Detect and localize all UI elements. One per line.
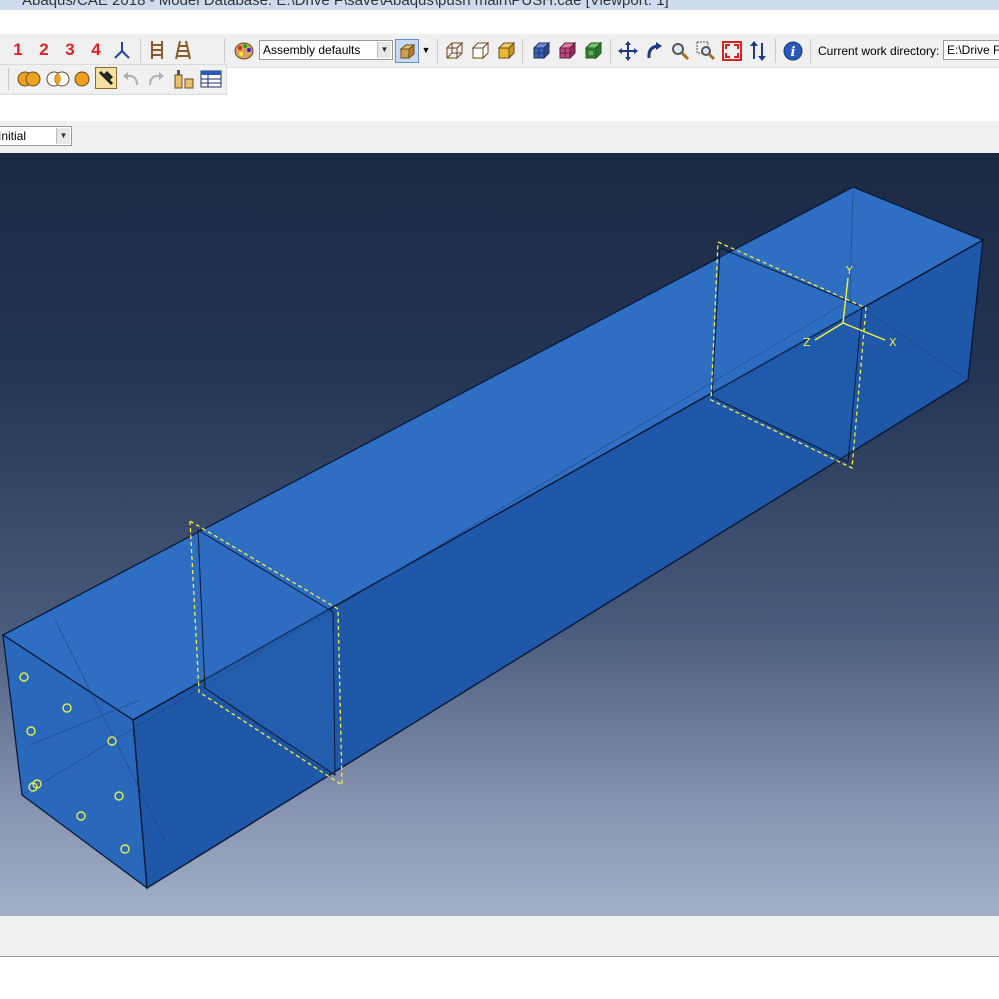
view-3-button[interactable]: 3 xyxy=(61,40,79,60)
chevron-down-icon: ▼ xyxy=(56,128,70,144)
table-icon[interactable] xyxy=(199,68,223,90)
secondary-toolbar xyxy=(0,64,227,95)
dropdown-arrow-icon[interactable]: ▼ xyxy=(420,42,432,58)
ladder-icon[interactable] xyxy=(147,40,167,60)
view-1-button[interactable]: 1 xyxy=(9,40,27,60)
color-code-box-icon[interactable] xyxy=(395,39,419,63)
current-work-directory-label: Current work directory: xyxy=(818,44,940,58)
current-work-directory-value: E:\Drive F xyxy=(947,43,999,57)
view-2-button[interactable]: 2 xyxy=(35,40,53,60)
mesh-green-icon[interactable] xyxy=(582,40,604,62)
shaded-icon[interactable] xyxy=(495,40,517,62)
mesh-blue-icon[interactable] xyxy=(530,40,552,62)
zoom-icon[interactable] xyxy=(669,40,691,62)
render-style-value: Assembly defaults xyxy=(263,43,361,57)
color-palette-icon[interactable] xyxy=(233,40,255,62)
tools-icon[interactable] xyxy=(172,68,196,90)
redo-icon[interactable] xyxy=(146,68,166,90)
window-title: Abaqus/CAE 2018 - Model Database: E:\Dri… xyxy=(22,0,669,9)
boolean-union-icon[interactable] xyxy=(15,68,43,90)
title-bar: Abaqus/CAE 2018 - Model Database: E:\Dri… xyxy=(0,0,999,10)
triad-view-icon[interactable] xyxy=(112,39,132,61)
chevron-down-icon: ▼ xyxy=(377,42,391,58)
triad-x-label: X xyxy=(889,336,897,349)
boolean-intersect-icon[interactable] xyxy=(44,68,72,90)
context-bar: Initial ▼ xyxy=(0,121,999,154)
model-canvas[interactable]: Y X Z xyxy=(0,153,999,916)
render-style-select[interactable]: Assembly defaults ▼ xyxy=(259,40,393,60)
hidden-line-icon[interactable] xyxy=(469,40,491,62)
query-hammer-icon[interactable] xyxy=(95,67,117,89)
svg-text:i: i xyxy=(791,45,796,60)
step-select-value: Initial xyxy=(0,129,27,143)
box-zoom-icon[interactable] xyxy=(695,40,717,62)
step-select[interactable]: Initial ▼ xyxy=(0,126,72,146)
auto-fit-icon[interactable] xyxy=(721,40,743,62)
pan-icon[interactable] xyxy=(617,40,639,62)
view-4-button[interactable]: 4 xyxy=(87,40,105,60)
triad-z-label: Z xyxy=(803,336,811,349)
current-work-directory-field[interactable]: E:\Drive F xyxy=(943,40,999,60)
info-icon[interactable]: i xyxy=(782,40,804,62)
cycle-views-icon[interactable] xyxy=(747,40,769,62)
ladder-perspective-icon[interactable] xyxy=(173,40,193,60)
triad-y-label: Y xyxy=(845,264,853,277)
viewport[interactable]: Y X Z xyxy=(0,153,999,916)
wireframe-icon[interactable] xyxy=(443,40,465,62)
mesh-pink-icon[interactable] xyxy=(556,40,578,62)
status-bar xyxy=(0,916,999,957)
main-toolbar: 1 2 3 4 Assembly defaults ▼ ▼ i Current … xyxy=(0,34,999,68)
part-box[interactable] xyxy=(1,186,985,890)
sphere-icon[interactable] xyxy=(72,68,92,90)
undo-icon[interactable] xyxy=(121,68,141,90)
rotate-icon[interactable] xyxy=(643,40,665,62)
